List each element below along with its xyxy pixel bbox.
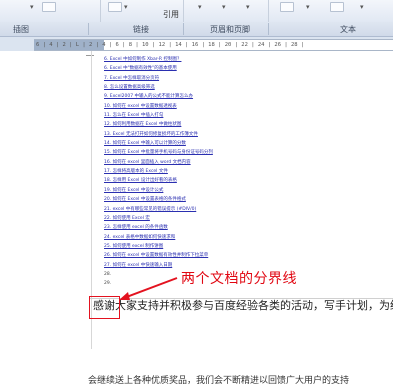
references-button[interactable]: 引用 (163, 9, 179, 20)
list-item[interactable]: 7. Excel 中怎样取消分页符 (104, 74, 364, 83)
group-label-header-footer: 页眉和页脚 (210, 25, 250, 34)
dropdown-arrow-icon[interactable]: ▾ (198, 3, 202, 11)
ribbon-divider (183, 0, 184, 22)
list-item[interactable]: 25. 如何使用 excel 制作饼图 (104, 242, 364, 251)
ruler-scale: 6 | 4 | 2 | L | 2 | 4 | 6 | 8 | 10 | 12 … (36, 42, 305, 48)
ribbon-small-button[interactable] (280, 2, 294, 12)
crop-mark (86, 55, 94, 56)
group-label-text: 文本 (340, 25, 356, 34)
dropdown-arrow-icon[interactable]: ▾ (306, 3, 310, 11)
list-item[interactable]: 23. 怎样使用 excel 的条件函数 (104, 223, 364, 232)
group-divider (88, 23, 89, 35)
list-item[interactable]: 18. 怎样用 Excel 设计出好看的表格 (104, 176, 364, 185)
list-item[interactable]: 11. 怎么在 Excel 中插入打勾 (104, 111, 364, 120)
list-item[interactable]: 6. Excel 中如何制作 Xbar-R 控制图？ (104, 55, 364, 64)
document-body-line-2: 会继续送上各种优质奖品，我们会不断精进以回馈广大用户的支持 (88, 376, 350, 386)
ribbon-small-button[interactable] (330, 2, 344, 12)
list-item[interactable]: 6. Excel 中"数据有效性"的基本使用 (104, 64, 364, 73)
link-list: 6. Excel 中如何制作 Xbar-R 控制图？ 6. Excel 中"数据有… (104, 55, 364, 289)
ribbon-small-button[interactable] (108, 2, 122, 12)
ribbon: ▾ ▾ 引用 ▾ ▾ ▾ ▾ ▾ (0, 0, 393, 23)
list-item[interactable]: 21. excel 中有哪些常见的错误提示 (#DIV/0) (104, 205, 364, 214)
boundary-highlight-box (89, 296, 120, 319)
list-item[interactable]: 8. 怎么设置数据高级筛选 (104, 83, 364, 92)
horizontal-ruler[interactable]: 6 | 4 | 2 | L | 2 | 4 | 6 | 8 | 10 | 12 … (34, 39, 393, 51)
dropdown-arrow-icon[interactable]: ▾ (246, 3, 250, 11)
list-item[interactable]: 20. 如何在 Excel 中设置表格的条件格式 (104, 195, 364, 204)
group-divider (183, 23, 184, 35)
list-item[interactable]: 15. 如何在 Excel 中批量将手机号码与身份证号码分列 (104, 148, 364, 157)
list-item[interactable]: 9. Excel2007 中输入的公式不能计算怎么办 (104, 92, 364, 101)
ribbon-divider (100, 0, 101, 22)
list-item[interactable]: 14. 如何在 Excel 中输入可以计算的分数 (104, 139, 364, 148)
group-label-illustrations: 插图 (13, 25, 29, 34)
ribbon-group-labels: 插图 链接 页眉和页脚 文本 (0, 22, 393, 37)
list-item[interactable]: 22. 如何使用 Excel 宏 (104, 214, 364, 223)
dropdown-arrow-icon[interactable]: ▾ (222, 3, 226, 11)
dropdown-arrow-icon[interactable]: ▾ (124, 3, 128, 11)
document-page[interactable]: 6. Excel 中如何制作 Xbar-R 控制图？ 6. Excel 中"数据有… (0, 51, 393, 387)
list-item[interactable]: 10. 如何在 excel 中设置数据透视表 (104, 102, 364, 111)
annotation-label: 两个文档的分界线 (181, 271, 297, 287)
ruler-bar: 6 | 4 | 2 | L | 2 | 4 | 6 | 8 | 10 | 12 … (0, 37, 393, 51)
group-label-links: 链接 (133, 25, 149, 34)
ribbon-divider (268, 0, 269, 22)
list-item[interactable]: 24. excel 表格中数据如何快速求和 (104, 233, 364, 242)
list-item[interactable]: 26. 如何在 excel 中设置数据有效性并制作下拉菜单 (104, 251, 364, 260)
ribbon-small-button[interactable] (42, 2, 56, 12)
group-divider (268, 23, 269, 35)
list-item[interactable]: 19. 如何在 Excel 中设计公式 (104, 186, 364, 195)
dropdown-arrow-icon[interactable]: ▾ (360, 3, 364, 11)
list-item[interactable]: 13. Excel 无法打开如何修复损坏的工作簿文件 (104, 130, 364, 139)
document-body-line-1: 感谢大家支持并积极参与百度经验各类的活动，写手计划，为经验 (93, 299, 393, 312)
dropdown-arrow-icon[interactable]: ▾ (30, 3, 34, 11)
list-item[interactable]: 17. 怎样将高版本的 Excel 文件 (104, 167, 364, 176)
list-item[interactable]: 12. 如何利用数据在 Excel 中做柱状图 (104, 120, 364, 129)
list-item[interactable]: 16. 如何在 excel 里面插入 word 文档内容 (104, 158, 364, 167)
